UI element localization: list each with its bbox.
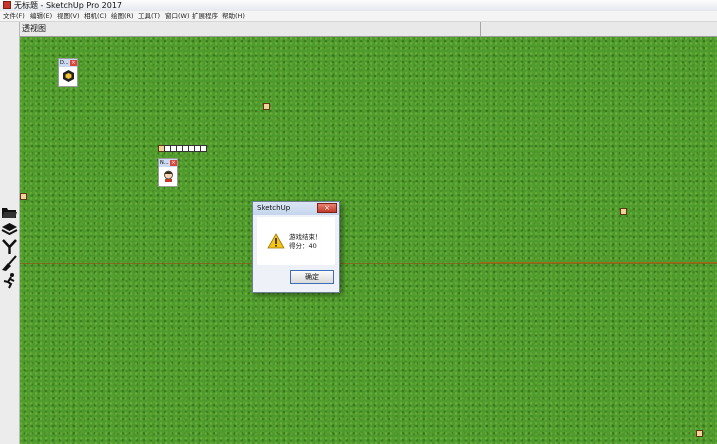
warning-icon <box>267 233 285 249</box>
score-message: 得分：40 <box>289 242 317 250</box>
dialog-close-button[interactable]: × <box>317 203 337 213</box>
dialog-title: SketchUp <box>257 204 291 212</box>
mini-window-close-button[interactable]: × <box>170 160 177 166</box>
menu-help[interactable]: 帮助(H) <box>222 11 245 21</box>
mini-window-d[interactable]: D... × <box>58 58 78 87</box>
snake <box>158 145 207 152</box>
dialog-body: 游戏结束！ 得分：40 <box>257 217 335 265</box>
food-pellet <box>20 193 27 200</box>
food-pellet <box>263 103 270 110</box>
mini-window-n[interactable]: N... × <box>158 158 178 187</box>
food-pellet <box>696 430 703 437</box>
ground-line-segment <box>480 262 717 263</box>
menu-file[interactable]: 文件(F) <box>3 11 25 21</box>
menu-tools[interactable]: 工具(T) <box>138 11 160 21</box>
ground-line <box>20 263 717 264</box>
cube-icon <box>63 70 74 82</box>
snake-segment <box>200 145 207 152</box>
header-divider <box>480 22 481 36</box>
mini-window-close-button[interactable]: × <box>70 60 77 66</box>
food-pellet <box>620 208 627 215</box>
open-folder-icon[interactable] <box>1 204 18 221</box>
menu-edit[interactable]: 编辑(E) <box>30 11 52 21</box>
menu-bar: 文件(F) 编辑(E) 视图(V) 相机(C) 绘图(R) 工具(T) 窗口(W… <box>0 11 717 22</box>
layers-icon[interactable] <box>1 221 18 238</box>
slingshot-icon[interactable] <box>1 238 18 255</box>
menu-window[interactable]: 窗口(W) <box>165 11 190 21</box>
running-man-icon[interactable] <box>1 272 18 289</box>
game-over-dialog: SketchUp × 游戏结束！ 得分：40 确定 <box>252 201 340 293</box>
menu-draw[interactable]: 绘图(R) <box>111 11 134 21</box>
ok-button[interactable]: 确定 <box>290 270 334 284</box>
menu-view[interactable]: 视图(V) <box>57 11 80 21</box>
person-face-icon <box>164 170 173 182</box>
menu-camera[interactable]: 相机(C) <box>84 11 107 21</box>
brush-icon[interactable] <box>1 255 18 272</box>
sketchup-app-icon <box>3 1 11 9</box>
view-label: 透视图 <box>22 24 46 33</box>
menu-extensions[interactable]: 扩展程序 <box>192 11 218 21</box>
dialog-titlebar: SketchUp × <box>253 202 339 215</box>
title-bar: 无标题 - SketchUp Pro 2017 <box>0 0 717 11</box>
window-title: 无标题 - SketchUp Pro 2017 <box>14 1 122 10</box>
left-toolbar <box>0 22 20 444</box>
viewport-header: 透视图 <box>20 22 717 37</box>
game-viewport[interactable]: D... × N... × <box>20 37 717 444</box>
